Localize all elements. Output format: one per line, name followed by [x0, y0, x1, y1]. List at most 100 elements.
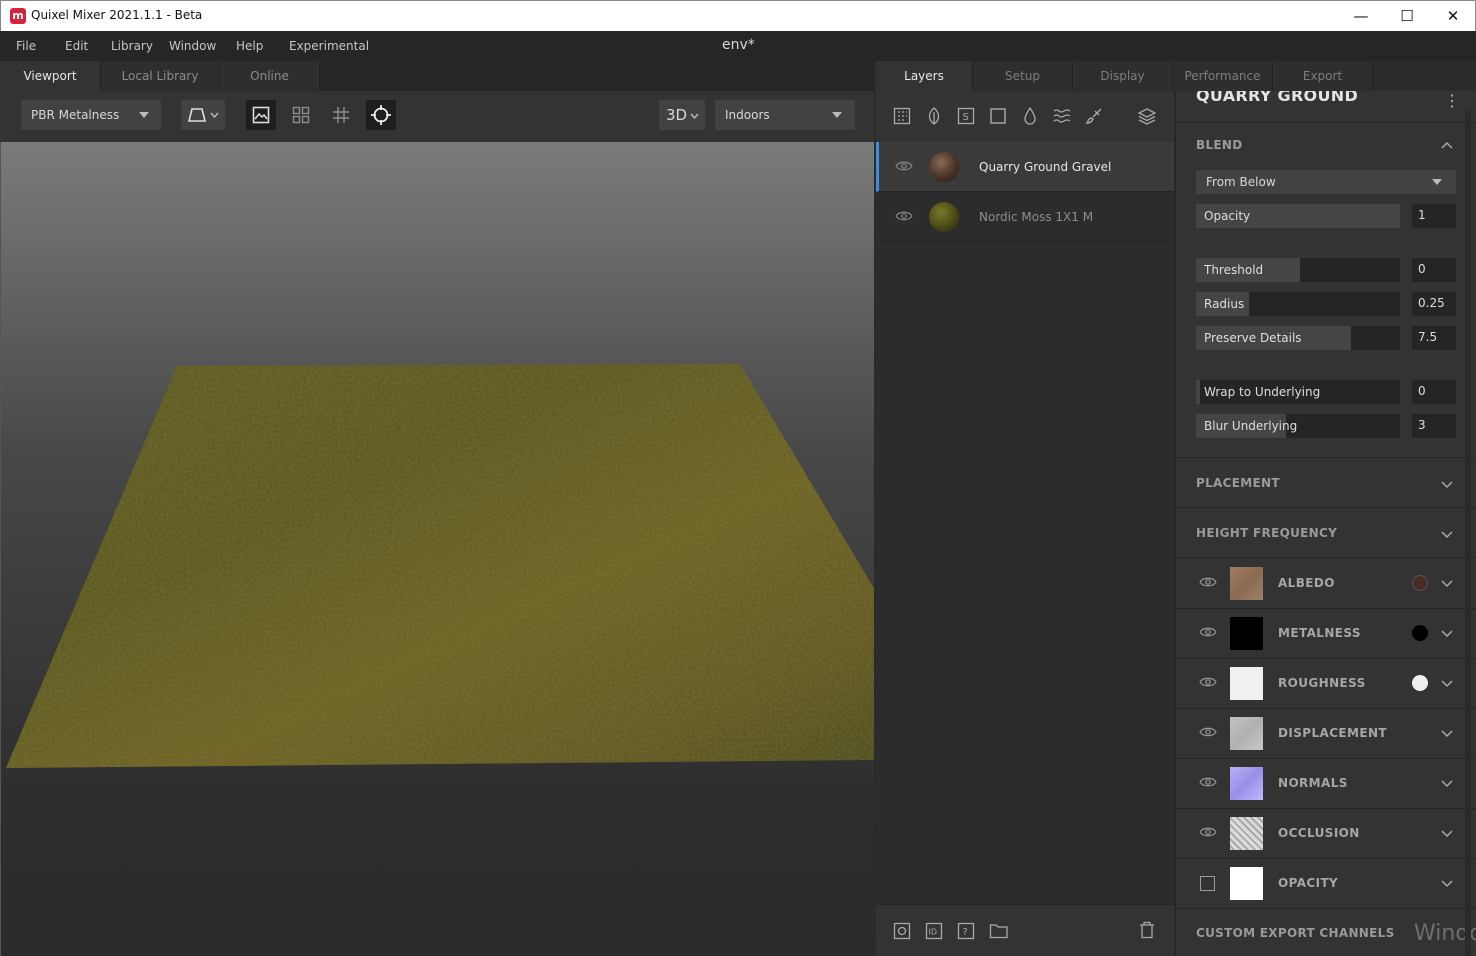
- water-waves-icon[interactable]: [1053, 107, 1071, 125]
- 3d-viewport[interactable]: [0, 142, 874, 956]
- menu-file[interactable]: File: [16, 39, 36, 53]
- folder-icon[interactable]: [989, 922, 1009, 940]
- chevron-down-icon[interactable]: [1441, 627, 1453, 639]
- eye-icon[interactable]: [895, 160, 913, 172]
- tab-export[interactable]: Export: [1273, 61, 1373, 91]
- menu-library[interactable]: Library: [111, 39, 153, 53]
- field-value: 0: [1418, 384, 1426, 398]
- minimize-button[interactable]: —: [1338, 1, 1384, 31]
- view-mode-label: 3D: [666, 106, 688, 124]
- threshold-slider[interactable]: Threshold: [1196, 258, 1400, 282]
- fill-drop-icon[interactable]: [1021, 107, 1039, 125]
- chevron-down-icon[interactable]: [1441, 528, 1453, 540]
- opacity-slider[interactable]: Opacity: [1196, 204, 1400, 228]
- environment-dropdown[interactable]: Indoors: [715, 100, 855, 130]
- chevron-down-icon[interactable]: [1441, 827, 1453, 839]
- preserve-details-slider[interactable]: Preserve Details: [1196, 326, 1400, 350]
- placement-section-title[interactable]: PLACEMENT: [1196, 476, 1280, 490]
- chevron-down-icon[interactable]: [1441, 478, 1453, 490]
- blend-mode-dropdown[interactable]: From Below: [1196, 170, 1456, 194]
- color-swatch[interactable]: [1412, 675, 1428, 691]
- smart-material-icon[interactable]: S: [957, 107, 975, 125]
- more-options-icon[interactable]: ⋮: [1444, 91, 1460, 110]
- grid-toggle-button[interactable]: [326, 100, 356, 130]
- radius-value-field[interactable]: 0.25: [1412, 292, 1456, 316]
- solid-layer-icon[interactable]: [989, 107, 1007, 125]
- chevron-down-icon: [832, 112, 842, 118]
- shading-mode-dropdown[interactable]: PBR Metalness: [21, 100, 161, 130]
- tab-performance[interactable]: Performance: [1173, 61, 1273, 91]
- wrap-to-underlying-value-field[interactable]: 0: [1412, 380, 1456, 404]
- channel-normals[interactable]: NORMALS: [1176, 758, 1476, 808]
- opacity-value-field[interactable]: 1: [1412, 204, 1456, 228]
- preserve-details-value-field[interactable]: 7.5: [1412, 326, 1456, 350]
- channel-metalness[interactable]: METALNESS: [1176, 608, 1476, 658]
- chevron-down-icon[interactable]: [1441, 577, 1453, 589]
- blend-section-title[interactable]: BLEND: [1196, 138, 1243, 152]
- layer-item[interactable]: Nordic Moss 1X1 M: [876, 192, 1174, 242]
- chevron-down-icon[interactable]: [1441, 877, 1453, 889]
- channel-opacity[interactable]: OPACITY: [1176, 858, 1476, 908]
- layer-toolbar: S: [876, 91, 1174, 142]
- menu-help[interactable]: Help: [236, 39, 263, 53]
- projection-dropdown[interactable]: [181, 100, 225, 130]
- paint-brush-icon[interactable]: [1085, 107, 1103, 125]
- add-mask-icon[interactable]: [893, 922, 911, 940]
- blur-underlying-value-field[interactable]: 3: [1412, 414, 1456, 438]
- chevron-down-icon[interactable]: [1441, 777, 1453, 789]
- divider: [1176, 507, 1476, 508]
- layer-item[interactable]: Quarry Ground Gravel: [876, 142, 1174, 192]
- threshold-value-field[interactable]: 0: [1412, 258, 1456, 282]
- blur-underlying-slider[interactable]: Blur Underlying: [1196, 414, 1400, 438]
- trash-icon[interactable]: [1139, 921, 1155, 939]
- help-mask-icon[interactable]: ?: [957, 922, 975, 940]
- eye-icon[interactable]: [895, 210, 913, 222]
- eye-icon[interactable]: [1199, 776, 1217, 788]
- eye-icon[interactable]: [1199, 676, 1217, 688]
- wrap-to-underlying-slider[interactable]: Wrap to Underlying: [1196, 380, 1400, 404]
- channel-albedo[interactable]: ALBEDO: [1176, 558, 1476, 608]
- layers-stack-icon[interactable]: [1138, 107, 1156, 125]
- menu-edit[interactable]: Edit: [65, 39, 88, 53]
- menu-experimental[interactable]: Experimental: [289, 39, 369, 53]
- tab-local-library[interactable]: Local Library: [101, 61, 220, 91]
- channel-roughness[interactable]: ROUGHNESS: [1176, 658, 1476, 708]
- height-frequency-section-title[interactable]: HEIGHT FREQUENCY: [1196, 526, 1337, 540]
- slider-label: Blur Underlying: [1204, 419, 1298, 433]
- color-swatch[interactable]: [1412, 625, 1428, 641]
- document-name: env*: [722, 37, 755, 53]
- eye-icon[interactable]: [1199, 726, 1217, 738]
- maximize-button[interactable]: ☐: [1384, 1, 1430, 31]
- id-mask-icon[interactable]: ID: [925, 922, 943, 940]
- tab-online[interactable]: Online: [220, 61, 320, 91]
- properties-scrollbar[interactable]: [1465, 111, 1471, 956]
- svg-text:S: S: [963, 112, 969, 123]
- color-swatch[interactable]: [1412, 575, 1428, 591]
- menu-window[interactable]: Window: [169, 39, 216, 53]
- tab-layers[interactable]: Layers: [876, 61, 973, 91]
- slider-label: Wrap to Underlying: [1204, 385, 1321, 399]
- custom-export-section-title[interactable]: CUSTOM EXPORT CHANNELS: [1196, 926, 1395, 940]
- eye-icon[interactable]: [1199, 826, 1217, 838]
- tab-display[interactable]: Display: [1073, 61, 1173, 91]
- channel-occlusion[interactable]: OCCLUSION: [1176, 808, 1476, 858]
- chevron-down-icon[interactable]: [1441, 727, 1453, 739]
- channel-thumbnail: [1230, 617, 1263, 650]
- opacity-enable-checkbox[interactable]: [1200, 876, 1215, 891]
- view-mode-dropdown[interactable]: 3D: [659, 100, 705, 130]
- grid-layout-button[interactable]: [286, 100, 316, 130]
- surface-layer-icon[interactable]: [893, 107, 911, 125]
- chevron-up-icon[interactable]: [1441, 140, 1453, 152]
- image-view-button[interactable]: [246, 100, 276, 130]
- focus-target-button[interactable]: [366, 100, 396, 130]
- tab-viewport[interactable]: Viewport: [0, 61, 101, 91]
- scatter-leaf-icon[interactable]: [925, 107, 943, 125]
- eye-icon[interactable]: [1199, 626, 1217, 638]
- channel-displacement[interactable]: DISPLACEMENT: [1176, 708, 1476, 758]
- chevron-down-icon[interactable]: [1441, 677, 1453, 689]
- tab-setup[interactable]: Setup: [973, 61, 1073, 91]
- eye-icon[interactable]: [1199, 576, 1217, 588]
- grid-icon: [333, 107, 349, 123]
- radius-slider[interactable]: Radius: [1196, 292, 1400, 316]
- close-button[interactable]: ✕: [1430, 1, 1476, 31]
